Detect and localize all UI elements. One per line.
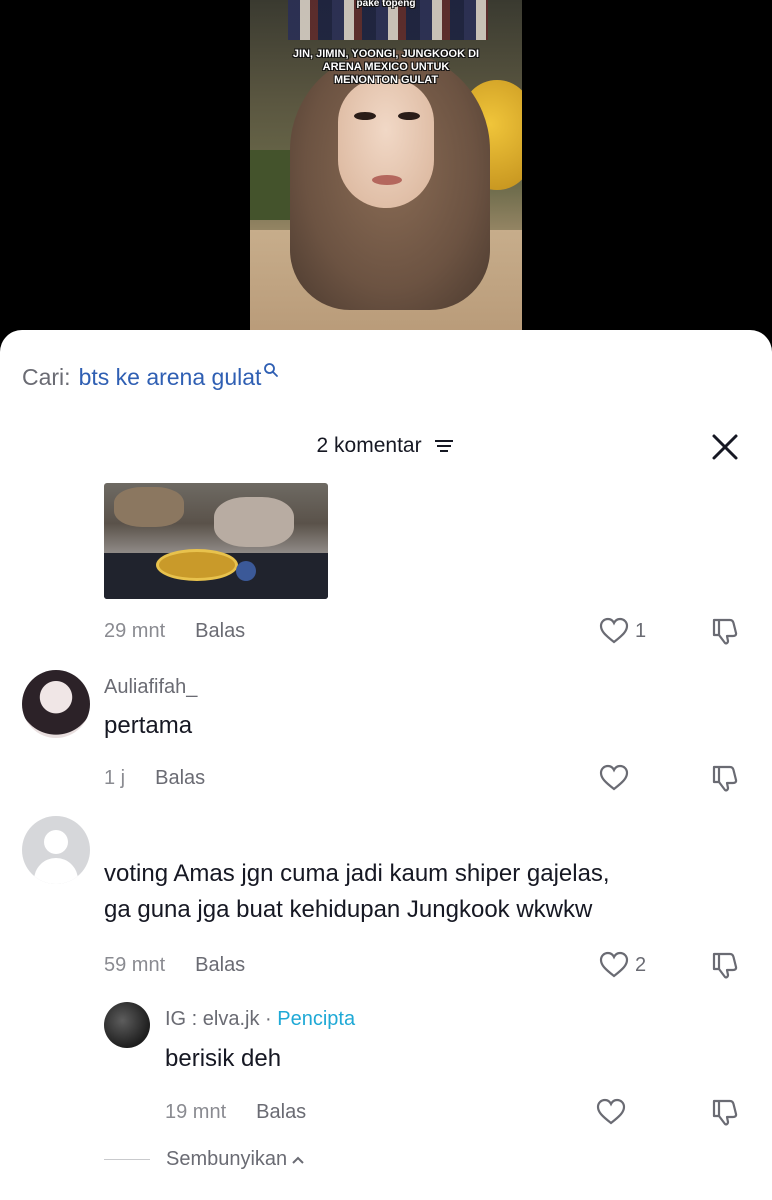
comment-time: 29 mnt [104,620,166,642]
avatar[interactable] [22,816,90,884]
reply-button[interactable]: Balas [256,1101,306,1124]
video-lips [372,175,402,185]
comment-meta: 29 mnt Balas [104,620,245,643]
image-figure [114,487,184,527]
video-player[interactable]: pake topeng JIN, JIMIN, YOONGI, JUNGKOOK… [250,0,522,335]
search-icon [264,363,279,377]
dislike-icon[interactable] [710,763,740,793]
like-button[interactable]: 2 [599,951,646,979]
comment-username[interactable]: IG : elva.jk [165,1008,259,1030]
separator-dot: · [259,1008,278,1030]
search-query[interactable]: bts ke arena gulat [79,364,262,391]
heart-icon [599,951,629,978]
like-count: 1 [635,619,647,642]
comment-time: 19 mnt [165,1101,227,1123]
reply-button[interactable]: Balas [155,767,205,790]
dislike-icon[interactable] [710,1097,740,1127]
comment-image[interactable] [104,483,328,599]
like-button[interactable]: 1 [599,617,646,645]
avatar-body [34,858,78,884]
hide-replies-button[interactable]: Sembunyikan [104,1148,305,1171]
like-button[interactable] [596,1098,632,1126]
divider [104,1159,150,1160]
avatar[interactable] [22,670,90,738]
video-caption-top: pake topeng [356,0,416,9]
comment-time: 59 mnt [104,954,166,976]
heart-icon [596,1098,626,1125]
avatar[interactable] [104,1002,150,1048]
dislike-icon[interactable] [710,616,740,646]
sort-icon[interactable] [433,438,455,454]
hide-replies-label: Sembunyikan [166,1148,288,1170]
heart-icon [599,617,629,644]
comment-username-row: IG : elva.jk · Pencipta [165,1008,355,1031]
video-eye [354,112,376,120]
comment-count: 2 komentar [316,434,422,457]
comment-time: 1 j [104,767,126,789]
comment-meta: 19 mnt Balas [165,1101,306,1124]
search-suggestion[interactable]: Cari: bts ke arena gulat [22,363,279,391]
facebook-icon [236,561,256,581]
video-eye [398,112,420,120]
comments-sheet: Cari: bts ke arena gulat 2 komentar 29 m… [0,330,772,1200]
close-icon[interactable] [708,430,742,464]
image-figure [214,497,294,547]
comment-text: voting Amas jgn cuma jadi kaum shiper ga… [104,860,610,923]
comment-meta: 59 mnt Balas [104,954,245,977]
comment-meta: 1 j Balas [104,767,205,790]
cmll-logo [156,549,238,581]
dislike-icon[interactable] [710,950,740,980]
comment-text: pertama [104,712,193,739]
search-label: Cari: [22,364,71,390]
comment-username[interactable]: Auliafifah_ [104,676,197,699]
comments-header: 2 komentar [0,434,772,458]
reply-button[interactable]: Balas [195,954,245,977]
like-count: 2 [635,953,647,976]
comment-text: berisik deh [165,1045,282,1072]
heart-icon [599,764,629,791]
video-face [338,78,434,208]
chevron-up-icon [292,1156,304,1164]
like-button[interactable] [599,764,635,792]
reply-button[interactable]: Balas [195,620,245,643]
video-caption: JIN, JIMIN, YOONGI, JUNGKOOK DI ARENA ME… [292,48,480,86]
creator-badge: Pencipta [277,1008,356,1030]
avatar-head [44,830,68,854]
